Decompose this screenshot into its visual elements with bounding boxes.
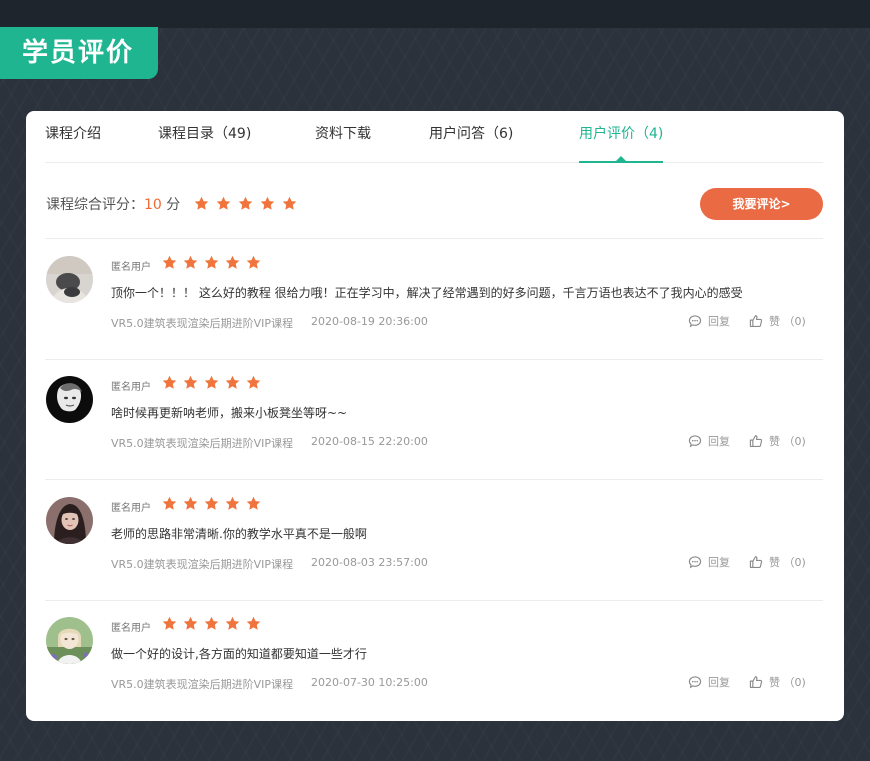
thumbs-up-icon bbox=[749, 435, 763, 447]
review-date: 2020-08-15 22:20:00 bbox=[311, 435, 428, 448]
like-label: 赞 （0) bbox=[769, 315, 806, 328]
star-icon bbox=[246, 616, 261, 631]
like-button[interactable]: 赞 （0) bbox=[749, 554, 806, 570]
reply-label: 回复 bbox=[708, 435, 730, 448]
star-icon bbox=[204, 375, 219, 390]
review-text: 老师的思路非常清晰.你的教学水平真不是一般啊 bbox=[111, 527, 367, 541]
star-icon bbox=[183, 616, 198, 631]
review-item: 匿名用户 做一个好的设计,各方面的知道都要知道一些才行 VR5.0建筑表现渲染后… bbox=[45, 600, 823, 721]
review-username: 匿名用户 bbox=[111, 262, 151, 273]
star-icon bbox=[162, 616, 177, 631]
star-icon bbox=[162, 375, 177, 390]
speech-bubble-icon bbox=[688, 315, 702, 328]
tab-reviews[interactable]: 用户评价（4) bbox=[579, 111, 664, 163]
review-date: 2020-08-19 20:36:00 bbox=[311, 315, 428, 328]
like-button[interactable]: 赞 （0) bbox=[749, 433, 806, 449]
rating-unit: 分 bbox=[161, 197, 181, 213]
review-course: VR5.0建筑表现渲染后期进阶VIP课程 bbox=[111, 558, 294, 571]
review-text: 啥时候再更新呐老师，搬来小板凳坐等呀~~ bbox=[111, 406, 348, 420]
avatar bbox=[46, 376, 93, 423]
reply-label: 回复 bbox=[708, 556, 730, 569]
review-star-rating bbox=[162, 375, 267, 390]
speech-bubble-icon bbox=[688, 435, 702, 448]
tab-course-intro[interactable]: 课程介绍 bbox=[45, 111, 101, 163]
star-icon bbox=[183, 255, 198, 270]
star-icon bbox=[225, 375, 240, 390]
star-icon bbox=[216, 196, 231, 211]
star-icon bbox=[204, 616, 219, 631]
review-item: 匿名用户 啥时候再更新呐老师，搬来小板凳坐等呀~~ VR5.0建筑表现渲染后期进… bbox=[45, 359, 823, 480]
speech-bubble-icon bbox=[688, 556, 702, 569]
like-label: 赞 （0) bbox=[769, 435, 806, 448]
star-icon bbox=[225, 496, 240, 511]
rating-label: 课程综合评分： bbox=[46, 197, 144, 213]
reply-button[interactable]: 回复 bbox=[688, 554, 730, 570]
review-course: VR5.0建筑表现渲染后期进阶VIP课程 bbox=[111, 678, 294, 691]
top-strip bbox=[0, 0, 870, 28]
star-icon bbox=[246, 375, 261, 390]
star-icon bbox=[225, 255, 240, 270]
avatar bbox=[46, 617, 93, 664]
star-icon bbox=[260, 196, 275, 211]
review-star-rating bbox=[162, 255, 267, 270]
overall-star-rating bbox=[194, 196, 304, 211]
review-text: 顶你一个！！！ 这么好的教程 很给力哦！正在学习中，解决了经常遇到的好多问题，千… bbox=[111, 286, 743, 300]
reply-button[interactable]: 回复 bbox=[688, 313, 730, 329]
star-icon bbox=[183, 375, 198, 390]
thumbs-up-icon bbox=[749, 315, 763, 327]
review-course: VR5.0建筑表现渲染后期进阶VIP课程 bbox=[111, 317, 294, 330]
like-label: 赞 （0) bbox=[769, 676, 806, 689]
tab-downloads[interactable]: 资料下载 bbox=[315, 111, 371, 163]
section-title: 学员评价 bbox=[0, 27, 158, 79]
thumbs-up-icon bbox=[749, 556, 763, 568]
review-text: 做一个好的设计,各方面的知道都要知道一些才行 bbox=[111, 647, 367, 661]
star-icon bbox=[204, 255, 219, 270]
reply-button[interactable]: 回复 bbox=[688, 674, 730, 690]
like-button[interactable]: 赞 （0) bbox=[749, 313, 806, 329]
reply-label: 回复 bbox=[708, 676, 730, 689]
like-button[interactable]: 赞 （0) bbox=[749, 674, 806, 690]
review-item: 匿名用户 老师的思路非常清晰.你的教学水平真不是一般啊 VR5.0建筑表现渲染后… bbox=[45, 480, 823, 601]
thumbs-up-icon bbox=[749, 676, 763, 688]
tab-course-catalog[interactable]: 课程目录（49) bbox=[158, 111, 251, 163]
review-date: 2020-08-03 23:57:00 bbox=[311, 556, 428, 569]
review-item: 匿名用户 顶你一个！！！ 这么好的教程 很给力哦！正在学习中，解决了经常遇到的好… bbox=[45, 239, 823, 360]
like-label: 赞 （0) bbox=[769, 556, 806, 569]
star-icon bbox=[225, 616, 240, 631]
avatar bbox=[46, 256, 93, 303]
overall-rating: 课程综合评分：10 分 我要评论> bbox=[45, 177, 823, 239]
course-tabs: 课程介绍 课程目录（49) 资料下载 用户问答（6) 用户评价（4) bbox=[45, 111, 823, 163]
star-icon bbox=[246, 496, 261, 511]
star-icon bbox=[204, 496, 219, 511]
review-username: 匿名用户 bbox=[111, 503, 151, 514]
review-course: VR5.0建筑表现渲染后期进阶VIP课程 bbox=[111, 437, 294, 450]
star-icon bbox=[238, 196, 253, 211]
overall-rating-text: 课程综合评分：10 分 bbox=[46, 194, 180, 214]
review-star-rating bbox=[162, 616, 267, 631]
review-date: 2020-07-30 10:25:00 bbox=[311, 676, 428, 689]
reply-label: 回复 bbox=[708, 315, 730, 328]
review-username: 匿名用户 bbox=[111, 382, 151, 393]
star-icon bbox=[183, 496, 198, 511]
avatar bbox=[46, 497, 93, 544]
review-username: 匿名用户 bbox=[111, 623, 151, 634]
reviews-card: 课程介绍 课程目录（49) 资料下载 用户问答（6) 用户评价（4) 课程综合评… bbox=[26, 111, 844, 721]
write-review-button[interactable]: 我要评论> bbox=[700, 188, 823, 220]
tab-qa[interactable]: 用户问答（6) bbox=[429, 111, 513, 163]
star-icon bbox=[162, 255, 177, 270]
rating-score: 10 bbox=[144, 197, 162, 213]
star-icon bbox=[162, 496, 177, 511]
reply-button[interactable]: 回复 bbox=[688, 433, 730, 449]
star-icon bbox=[246, 255, 261, 270]
star-icon bbox=[282, 196, 297, 211]
review-star-rating bbox=[162, 496, 267, 511]
speech-bubble-icon bbox=[688, 676, 702, 689]
star-icon bbox=[194, 196, 209, 211]
